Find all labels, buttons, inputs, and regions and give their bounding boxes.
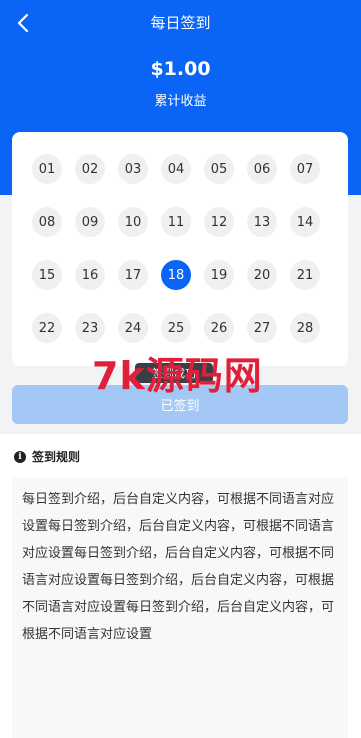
- calendar-day-21[interactable]: 21: [290, 260, 320, 290]
- calendar-day-14[interactable]: 14: [290, 207, 320, 237]
- calendar-day-11[interactable]: 11: [161, 207, 191, 237]
- calendar-day-10[interactable]: 10: [118, 207, 148, 237]
- calendar-day-09[interactable]: 09: [75, 207, 105, 237]
- info-circle-icon: i: [14, 450, 26, 463]
- calendar-day-17[interactable]: 17: [118, 260, 148, 290]
- calendar-day-23[interactable]: 23: [75, 313, 105, 343]
- rules-text: 每日签到介绍，后台自定义内容，可根据不同语言对应设置每日签到介绍，后台自定义内容…: [22, 492, 335, 642]
- calendar-day-08[interactable]: 08: [32, 207, 62, 237]
- calendar-day-15[interactable]: 15: [32, 260, 62, 290]
- calendar-day-28[interactable]: 28: [290, 313, 320, 343]
- calendar-day-20[interactable]: 20: [247, 260, 277, 290]
- calendar-day-12[interactable]: 12: [204, 207, 234, 237]
- calendar-day-04[interactable]: 04: [161, 154, 191, 184]
- calendar-day-16[interactable]: 16: [75, 260, 105, 290]
- calendar-day-13[interactable]: 13: [247, 207, 277, 237]
- calendar-day-18[interactable]: 18: [161, 260, 191, 290]
- calendar-day-24[interactable]: 24: [118, 313, 148, 343]
- page-title: 每日签到: [150, 14, 211, 32]
- calendar-day-05[interactable]: 05: [204, 154, 234, 184]
- calendar-day-26[interactable]: 26: [204, 313, 234, 343]
- calendar-day-25[interactable]: 25: [161, 313, 191, 343]
- calendar-day-06[interactable]: 06: [247, 154, 277, 184]
- calendar-card: 01 02 03 04 05 06 07 08 09 10 11 12 13 14 15 16 17 18 19 20…: [12, 132, 348, 366]
- watermark-logo: 7k源码网: [92, 354, 263, 398]
- calendar-day-02[interactable]: 02: [75, 154, 105, 184]
- calendar-day-03[interactable]: 03: [118, 154, 148, 184]
- rules-content: 每日签到介绍，后台自定义内容，可根据不同语言对应设置每日签到介绍，后台自定义内容…: [12, 478, 348, 738]
- calendar-day-27[interactable]: 27: [247, 313, 277, 343]
- calendar-day-01[interactable]: 01: [32, 154, 62, 184]
- total-earnings-label: 累计收益: [154, 94, 207, 109]
- calendar-day-07[interactable]: 07: [290, 154, 320, 184]
- calendar-day-22[interactable]: 22: [32, 313, 62, 343]
- calendar-day-19[interactable]: 19: [204, 260, 234, 290]
- rules-section: i 签到规则 每日签到介绍，后台自定义内容，可根据不同语言对应设置每日签到介绍，…: [0, 434, 361, 738]
- rules-title: 签到规则: [32, 450, 81, 464]
- total-earnings-amount: $1.00: [150, 58, 211, 80]
- rules-heading: i 签到规则: [14, 448, 80, 465]
